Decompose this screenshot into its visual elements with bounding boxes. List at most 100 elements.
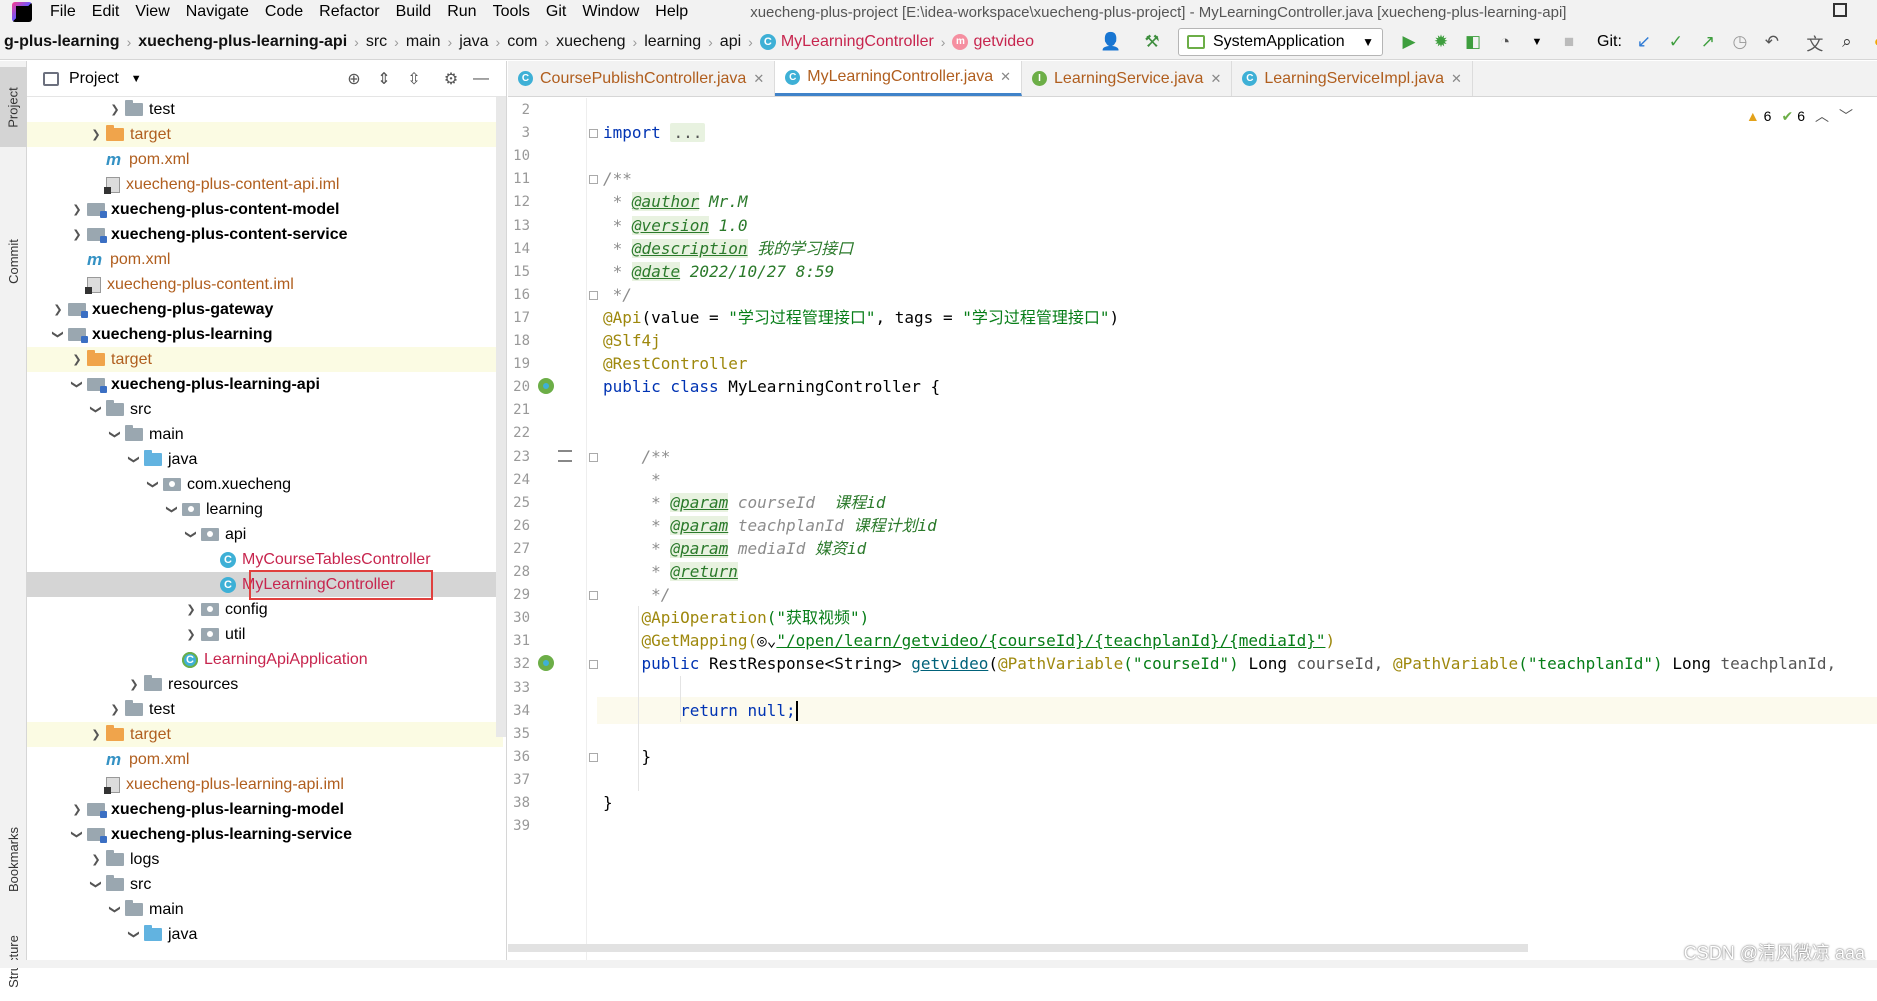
breadcrumb-main[interactable]: main bbox=[402, 33, 445, 51]
locate-file-icon[interactable]: ⊕ bbox=[342, 66, 366, 92]
tree-row[interactable]: ❯ learning bbox=[27, 497, 503, 522]
run-class-gutter-icon[interactable] bbox=[538, 378, 554, 395]
tree-row[interactable]: ❯ api bbox=[27, 522, 503, 547]
stop-icon[interactable]: ■ bbox=[1556, 29, 1582, 55]
more-run-options-icon[interactable]: ▼ bbox=[1524, 29, 1550, 55]
tree-row[interactable]: xuecheng-plus-content-api.iml bbox=[27, 172, 503, 197]
line-number[interactable]: 18 bbox=[508, 333, 530, 349]
line-number[interactable]: 20 bbox=[508, 379, 530, 395]
tree-row[interactable]: ❯ xuecheng-plus-learning bbox=[27, 322, 503, 347]
breadcrumb-java[interactable]: java bbox=[455, 33, 492, 51]
tree-row[interactable]: C MyCourseTablesController bbox=[27, 547, 503, 572]
menu-tools[interactable]: Tools bbox=[485, 0, 538, 24]
chevron-right-icon[interactable]: ❯ bbox=[181, 603, 201, 616]
tree-row[interactable]: xuecheng-plus-learning-api.iml bbox=[27, 772, 503, 797]
line-number[interactable]: 35 bbox=[508, 726, 530, 742]
tab-coursepublishcontroller[interactable]: C CoursePublishController.java ✕ bbox=[508, 61, 776, 96]
line-number[interactable]: 25 bbox=[508, 495, 530, 511]
tree-row[interactable]: ❯ main bbox=[27, 422, 503, 447]
line-number[interactable]: 3 bbox=[508, 125, 530, 141]
breadcrumb-learning[interactable]: learning bbox=[640, 33, 705, 51]
menu-run[interactable]: Run bbox=[439, 0, 484, 24]
line-number[interactable]: 27 bbox=[508, 541, 530, 557]
menu-file[interactable]: File bbox=[42, 0, 84, 24]
breadcrumb-src[interactable]: src bbox=[362, 33, 391, 51]
line-number[interactable]: 11 bbox=[508, 171, 530, 187]
code-line[interactable]: import ... bbox=[603, 119, 706, 146]
line-number[interactable]: 28 bbox=[508, 564, 530, 580]
tool-window-bookmarks[interactable]: Bookmarks bbox=[0, 809, 27, 909]
line-number[interactable]: 34 bbox=[508, 703, 530, 719]
line-number[interactable]: 17 bbox=[508, 310, 530, 326]
code-line[interactable]: public RestResponse<String> getvideo(@Pa… bbox=[603, 650, 1837, 677]
tree-row[interactable]: ❯ src bbox=[27, 397, 503, 422]
history-icon[interactable]: ◷ bbox=[1727, 29, 1753, 55]
tree-row[interactable]: ❯ xuecheng-plus-content-service bbox=[27, 222, 503, 247]
tool-window-commit[interactable]: Commit bbox=[0, 221, 27, 301]
menu-code[interactable]: Code bbox=[257, 0, 311, 24]
tree-row[interactable]: m pom.xml bbox=[27, 747, 503, 772]
search-icon[interactable]: ⌕ bbox=[1834, 29, 1860, 55]
tree-row[interactable]: ❯ com.xuecheng bbox=[27, 472, 503, 497]
chevron-right-icon[interactable]: ❯ bbox=[67, 228, 87, 241]
code-line[interactable]: @Api(value = "学习过程管理接口", tags = "学习过程管理接… bbox=[603, 304, 1119, 331]
chevron-down-icon[interactable]: ❯ bbox=[109, 900, 122, 920]
code-line[interactable]: } bbox=[603, 743, 652, 770]
chevron-down-icon[interactable]: ❯ bbox=[128, 925, 141, 945]
chevron-up-icon[interactable]: ︿ bbox=[1815, 106, 1829, 126]
menu-git[interactable]: Git bbox=[538, 0, 574, 24]
chevron-right-icon[interactable]: ❯ bbox=[67, 203, 87, 216]
chevron-down-icon[interactable]: ❯ bbox=[71, 825, 84, 845]
git-commit-icon[interactable]: ✓ bbox=[1663, 29, 1689, 55]
breadcrumb-method[interactable]: m getvideo bbox=[948, 33, 1038, 51]
chevron-down-icon[interactable]: ❯ bbox=[109, 425, 122, 445]
collapse-all-icon[interactable]: ⇳ bbox=[402, 66, 426, 92]
chevron-right-icon[interactable]: ❯ bbox=[67, 353, 87, 366]
code-editor[interactable]: 2 3 10 11 12 13 14 15 16 17 18 19 20 21 22 23 24 25 26 27 28… bbox=[508, 98, 1877, 960]
tree-row[interactable]: m pom.xml bbox=[27, 147, 503, 172]
line-number[interactable]: 14 bbox=[508, 241, 530, 257]
chevron-down-icon[interactable]: ❯ bbox=[128, 450, 141, 470]
tree-row[interactable]: ❯ resources bbox=[27, 672, 503, 697]
breadcrumb-api[interactable]: api bbox=[716, 33, 745, 51]
fold-toggle-icon[interactable] bbox=[589, 591, 598, 601]
line-number[interactable]: 2 bbox=[508, 102, 530, 118]
line-number[interactable]: 22 bbox=[508, 425, 530, 441]
line-number[interactable]: 30 bbox=[508, 610, 530, 626]
run-method-gutter-icon[interactable] bbox=[538, 655, 554, 672]
code-line[interactable]: * @date 2022/10/27 8:59 bbox=[603, 258, 834, 285]
fold-toggle-icon[interactable] bbox=[589, 752, 598, 762]
line-number[interactable]: 19 bbox=[508, 356, 530, 372]
menu-build[interactable]: Build bbox=[388, 0, 440, 24]
tree-row[interactable]: C MyLearningController bbox=[27, 572, 503, 597]
chevron-down-icon[interactable]: ❯ bbox=[52, 325, 65, 345]
line-number[interactable]: 12 bbox=[508, 194, 530, 210]
chevron-right-icon[interactable]: ❯ bbox=[181, 628, 201, 641]
translate-icon[interactable]: 文 bbox=[1802, 29, 1828, 55]
tree-row[interactable]: ❯ xuecheng-plus-gateway bbox=[27, 297, 503, 322]
breadcrumb-submodule[interactable]: xuecheng-plus-learning-api bbox=[134, 33, 351, 51]
git-update-icon[interactable]: ↙ bbox=[1631, 29, 1657, 55]
profile-icon[interactable]: ◔ bbox=[1492, 29, 1518, 55]
line-number[interactable]: 23 bbox=[508, 449, 530, 465]
breadcrumb-class[interactable]: C MyLearningController bbox=[756, 33, 938, 51]
line-number[interactable]: 10 bbox=[508, 148, 530, 164]
code-line[interactable]: return null; bbox=[603, 697, 798, 724]
line-number[interactable]: 15 bbox=[508, 264, 530, 280]
line-number[interactable]: 36 bbox=[508, 749, 530, 765]
line-number[interactable]: 37 bbox=[508, 772, 530, 788]
close-icon[interactable]: ✕ bbox=[1451, 71, 1462, 87]
tab-learningserviceimpl[interactable]: C LearningServiceImpl.java ✕ bbox=[1232, 61, 1473, 96]
tree-row[interactable]: ❯ xuecheng-plus-learning-api bbox=[27, 372, 503, 397]
tree-row[interactable]: ❯ test bbox=[27, 697, 503, 722]
user-icon[interactable]: 👤 bbox=[1098, 29, 1124, 55]
editor-horizontal-scrollbar[interactable] bbox=[508, 944, 1528, 952]
tree-row[interactable]: m pom.xml bbox=[27, 247, 503, 272]
updates-icon[interactable]: ● bbox=[1866, 29, 1877, 55]
chevron-down-icon[interactable]: ❯ bbox=[147, 475, 160, 495]
breadcrumb-com[interactable]: com bbox=[503, 33, 541, 51]
tree-row[interactable]: ❯ util bbox=[27, 622, 503, 647]
code-line[interactable]: public class MyLearningController { bbox=[603, 373, 940, 400]
chevron-down-icon[interactable]: ﹀ bbox=[1839, 106, 1853, 126]
close-icon[interactable]: ✕ bbox=[753, 71, 764, 87]
